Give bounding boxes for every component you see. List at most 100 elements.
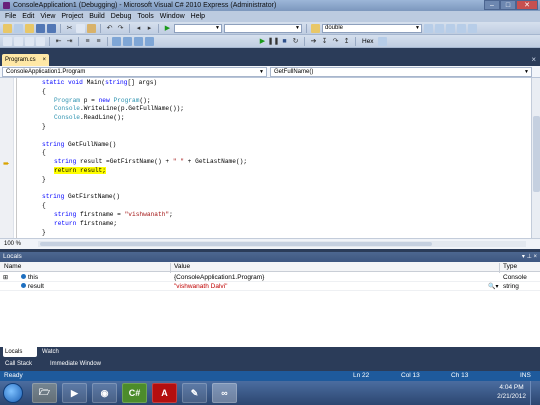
indicator-margin[interactable]: ➨ — [0, 78, 14, 238]
uncomment-icon[interactable]: ≡ — [94, 37, 103, 46]
save-icon[interactable] — [36, 23, 45, 33]
close-document-icon[interactable]: × — [531, 55, 536, 64]
code-line[interactable]: Console.ReadLine(); — [54, 114, 125, 122]
code-line[interactable]: Console.WriteLine(p.GetFullName()); — [54, 105, 184, 113]
vertical-scroll-thumb[interactable] — [533, 116, 540, 192]
code-line[interactable]: return firstname; — [54, 220, 117, 228]
show-next-statement-icon[interactable]: ➔ — [309, 37, 318, 46]
solution-explorer-icon[interactable] — [435, 23, 444, 33]
paint-icon[interactable]: ✎ — [182, 383, 207, 403]
menu-window[interactable]: Window — [157, 13, 188, 20]
menu-tools[interactable]: Tools — [134, 13, 156, 20]
comment-icon[interactable]: ≡ — [83, 37, 92, 46]
code-line[interactable]: } — [42, 176, 46, 184]
undo-icon[interactable]: ↶ — [105, 24, 114, 33]
copy-icon[interactable] — [76, 23, 85, 33]
platform-combo[interactable]: ▼ — [224, 23, 302, 33]
tab-call-stack[interactable]: Call Stack — [3, 359, 45, 369]
menu-file[interactable]: File — [2, 13, 19, 20]
firefox-icon[interactable]: ◉ — [92, 383, 117, 403]
code-line[interactable]: } — [42, 229, 46, 237]
outdent-icon[interactable]: ⇤ — [54, 37, 63, 46]
close-button[interactable]: ✕ — [516, 0, 538, 10]
restart-icon[interactable]: ↻ — [291, 37, 300, 46]
code-line[interactable]: string GetFirstName() — [42, 193, 120, 201]
tab-watch[interactable]: Watch — [40, 347, 70, 357]
menu-debug[interactable]: Debug — [108, 13, 135, 20]
tab-program-cs[interactable]: Program.cs × — [2, 54, 49, 66]
text-editor-icon[interactable] — [3, 36, 12, 46]
navigate-backward-icon[interactable]: ◂ — [134, 24, 143, 33]
step-into-icon[interactable]: ↧ — [320, 37, 329, 46]
open-file-icon[interactable] — [25, 23, 34, 33]
indent-icon[interactable]: ⇥ — [65, 37, 74, 46]
parameter-info-icon[interactable] — [25, 36, 34, 46]
code-line[interactable]: string GetFullName() — [42, 141, 116, 149]
menu-project[interactable]: Project — [58, 13, 86, 20]
zoom-level[interactable]: 100 % — [0, 241, 30, 247]
code-line[interactable]: string result =GetFirstName() + " " + Ge… — [54, 158, 247, 166]
menu-help[interactable]: Help — [188, 13, 208, 20]
code-line[interactable]: { — [42, 202, 46, 210]
redo-icon[interactable]: ↷ — [116, 24, 125, 33]
header-name[interactable]: Name — [4, 263, 21, 270]
media-player-icon[interactable]: ▶ — [62, 383, 87, 403]
menu-edit[interactable]: Edit — [19, 13, 37, 20]
solution-config-combo[interactable]: ▼ — [174, 23, 222, 33]
new-project-icon[interactable] — [3, 23, 12, 33]
quick-info-icon[interactable] — [14, 36, 23, 46]
locals-row[interactable]: result "vishwanath Dalvi" 🔍▾ string — [0, 282, 540, 291]
member-dropdown[interactable]: GetFullName() ▼ — [270, 67, 532, 77]
find-in-files-icon[interactable] — [424, 23, 433, 33]
horizontal-scroll-thumb[interactable] — [40, 242, 432, 246]
local-value[interactable]: {ConsoleApplication1.Program} — [174, 274, 264, 281]
code-line[interactable]: Program p = new Program(); — [54, 97, 151, 105]
class-dropdown[interactable]: ConsoleApplication1.Program ▼ — [2, 67, 267, 77]
paste-icon[interactable] — [87, 23, 96, 33]
vertical-scrollbar[interactable] — [531, 78, 540, 238]
word-completion-icon[interactable] — [36, 36, 45, 46]
visual-studio-taskbar-icon[interactable]: ∞ — [212, 383, 237, 403]
acrobat-icon[interactable]: A — [152, 383, 177, 403]
menu-view[interactable]: View — [37, 13, 58, 20]
menu-build[interactable]: Build — [86, 13, 108, 20]
navigate-forward-icon[interactable]: ▸ — [145, 24, 154, 33]
code-editor[interactable]: ➨ static void Main(string[] args){Progra… — [0, 78, 540, 238]
prev-bookmark-icon[interactable] — [123, 36, 132, 46]
hex-toggle[interactable]: Hex — [360, 38, 376, 45]
next-bookmark-icon[interactable] — [134, 36, 143, 46]
toolbox-icon[interactable] — [457, 23, 466, 33]
save-all-icon[interactable] — [47, 23, 56, 33]
code-line[interactable]: { — [42, 88, 46, 96]
step-over-icon[interactable]: ↷ — [331, 37, 340, 46]
pin-icon[interactable]: ▾ ⊥ × — [522, 252, 537, 262]
continue-icon[interactable]: ▶ — [163, 24, 172, 33]
column-divider[interactable] — [499, 263, 500, 273]
find-combo[interactable]: double ▼ — [322, 23, 422, 33]
start-page-icon[interactable] — [468, 23, 477, 33]
code-line[interactable]: } — [42, 123, 46, 131]
horizontal-scrollbar[interactable] — [38, 241, 526, 247]
locals-row[interactable]: ⊞ this {ConsoleApplication1.Program} Con… — [0, 273, 540, 282]
find-icon[interactable] — [311, 23, 320, 33]
local-value[interactable]: "vishwanath Dalvi" — [174, 283, 227, 290]
breakpoints-window-icon[interactable] — [377, 36, 387, 46]
maximize-button[interactable]: □ — [500, 0, 516, 10]
column-divider[interactable] — [170, 263, 171, 273]
add-item-icon[interactable] — [14, 23, 23, 33]
step-out-icon[interactable]: ↥ — [342, 37, 351, 46]
header-type[interactable]: Type — [503, 263, 517, 270]
cut-icon[interactable]: ✂ — [65, 24, 74, 33]
outlining-margin[interactable] — [16, 78, 22, 238]
explorer-icon[interactable]: 🗁 — [32, 383, 57, 403]
csharp-express-icon[interactable]: C# — [122, 383, 147, 403]
bookmark-icon[interactable] — [112, 36, 121, 46]
tab-immediate-window[interactable]: Immediate Window — [48, 359, 118, 369]
properties-icon[interactable] — [446, 23, 455, 33]
system-clock[interactable]: 4:04 PM 2/21/2012 — [497, 383, 526, 401]
start-button[interactable] — [3, 383, 23, 403]
code-line[interactable]: return result; — [54, 167, 106, 175]
stop-debugging-icon[interactable]: ■ — [280, 37, 289, 46]
clear-bookmarks-icon[interactable] — [145, 36, 154, 46]
tab-locals[interactable]: Locals — [3, 347, 37, 357]
